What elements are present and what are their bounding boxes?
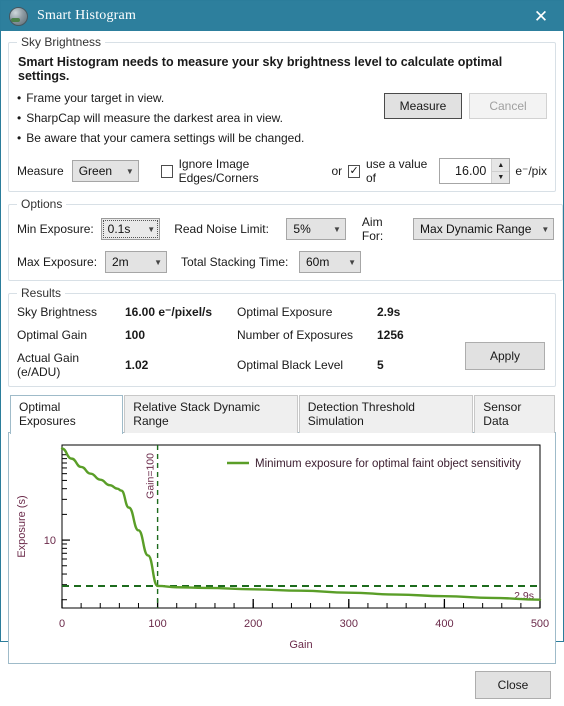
svg-text:0: 0 (59, 618, 65, 630)
sky-brightness-instructions: Frame your target in view. SharpCap will… (17, 89, 304, 148)
ignore-edges-label: Ignore Image Edges/Corners (179, 157, 316, 185)
measure-button[interactable]: Measure (384, 93, 462, 119)
svg-text:10: 10 (44, 535, 56, 547)
chevron-down-icon: ▼ (333, 225, 341, 234)
chart-panel: 10 Exposure (s) 0 100 200 300 400 500 Gain Gain=1… (8, 432, 556, 664)
close-button[interactable]: Close (475, 671, 551, 699)
instruction-item: Be aware that your camera settings will … (17, 129, 304, 149)
optimal-gain-value: 100 (125, 328, 237, 342)
measure-channel-value: Green (79, 164, 112, 178)
apply-button-wrap: Apply (465, 342, 545, 370)
window-title: Smart Histogram (37, 8, 136, 24)
optimal-exposure-label: Optimal Exposure (237, 305, 377, 319)
stacking-time-select[interactable]: 60m ▼ (299, 251, 361, 273)
optimal-exposure-value: 2.9s (377, 305, 547, 319)
svg-text:300: 300 (340, 618, 358, 630)
chevron-down-icon: ▼ (348, 258, 356, 267)
stacking-time-value: 60m (306, 255, 329, 269)
planet-icon (9, 7, 28, 26)
sky-brightness-legend: Sky Brightness (17, 35, 105, 49)
stepper-down-icon[interactable]: ▼ (492, 172, 509, 184)
stacking-time-label: Total Stacking Time: (181, 255, 299, 269)
sky-value-units: e⁻/pix (515, 164, 547, 178)
min-exposure-select[interactable]: 0.1s ▼ (101, 218, 161, 240)
aim-for-select[interactable]: Max Dynamic Range ▼ (413, 218, 554, 240)
dialog-footer: Close (1, 664, 563, 706)
sky-value-input[interactable]: 16.00 (440, 159, 491, 183)
sky-brightness-headline: Smart Histogram needs to measure your sk… (18, 55, 547, 83)
sky-brightness-group: Sky Brightness Smart Histogram needs to … (8, 35, 556, 192)
chevron-down-icon: ▼ (541, 225, 549, 234)
tab-bar: Optimal Exposures Relative Stack Dynamic… (10, 394, 556, 433)
max-exposure-value: 2m (112, 255, 129, 269)
tab-optimal-exposures[interactable]: Optimal Exposures (10, 395, 123, 434)
max-exposure-select[interactable]: 2m ▼ (105, 251, 167, 273)
min-exposure-label: Min Exposure: (17, 222, 101, 236)
sky-brightness-result-value: 16.00 e⁻/pixel/s (125, 305, 237, 319)
chevron-down-icon: ▼ (154, 258, 162, 267)
actual-gain-label: Actual Gain (e/ADU) (17, 351, 125, 379)
stepper-up-icon[interactable]: ▲ (492, 159, 509, 172)
smart-histogram-window: Smart Histogram ✕ Sky Brightness Smart H… (0, 0, 564, 642)
optimal-gain-label: Optimal Gain (17, 328, 125, 342)
tab-sensor-data[interactable]: Sensor Data (474, 395, 555, 433)
sky-value-stepper[interactable]: 16.00 ▲ ▼ (439, 158, 510, 184)
svg-text:500: 500 (531, 618, 549, 630)
read-noise-select[interactable]: 5% ▼ (286, 218, 346, 240)
stepper-arrows[interactable]: ▲ ▼ (491, 159, 509, 183)
ignore-edges-checkbox[interactable] (161, 165, 173, 178)
options-legend: Options (17, 197, 66, 211)
chevron-down-icon: ▼ (126, 167, 134, 176)
actual-gain-value: 1.02 (125, 358, 237, 372)
cancel-button[interactable]: Cancel (469, 93, 547, 119)
num-exposures-label: Number of Exposures (237, 328, 377, 342)
read-noise-label: Read Noise Limit: (174, 222, 286, 236)
options-group: Options Min Exposure: 0.1s ▼ Read Noise … (8, 197, 563, 281)
results-legend: Results (17, 286, 65, 300)
svg-text:200: 200 (244, 618, 262, 630)
chevron-down-icon: ▼ (147, 225, 155, 234)
instruction-item: Frame your target in view. (17, 89, 304, 109)
title-bar: Smart Histogram ✕ (1, 1, 563, 31)
svg-text:Gain=100: Gain=100 (145, 453, 157, 499)
read-noise-value: 5% (293, 222, 310, 236)
svg-text:Gain: Gain (289, 639, 312, 651)
aim-for-value: Max Dynamic Range (420, 222, 531, 236)
tab-detection-threshold-simulation[interactable]: Detection Threshold Simulation (299, 395, 474, 433)
num-exposures-value: 1256 (377, 328, 547, 342)
dialog-body: Sky Brightness Smart Histogram needs to … (1, 31, 563, 664)
close-icon[interactable]: ✕ (519, 1, 563, 31)
optimal-exposures-chart: 10 Exposure (s) 0 100 200 300 400 500 Gain Gain=1… (9, 433, 557, 663)
min-exposure-value: 0.1s (108, 222, 131, 236)
svg-text:Exposure (s): Exposure (s) (16, 496, 28, 558)
svg-text:400: 400 (435, 618, 453, 630)
or-label: or (331, 164, 342, 178)
svg-text:Minimum exposure for optimal f: Minimum exposure for optimal faint objec… (255, 458, 521, 470)
use-value-label: use a value of (366, 157, 432, 185)
measure-channel-label: Measure (17, 164, 64, 178)
aim-for-label: Aim For: (362, 215, 405, 243)
max-exposure-label: Max Exposure: (17, 255, 105, 269)
use-value-checkbox[interactable]: ✓ (348, 165, 360, 178)
tab-relative-stack-dynamic-range[interactable]: Relative Stack Dynamic Range (124, 395, 297, 433)
apply-button[interactable]: Apply (465, 342, 545, 370)
black-level-label: Optimal Black Level (237, 358, 377, 372)
sky-brightness-result-label: Sky Brightness (17, 305, 125, 319)
svg-text:100: 100 (148, 618, 166, 630)
instruction-item: SharpCap will measure the darkest area i… (17, 109, 304, 129)
results-group: Results Sky Brightness 16.00 e⁻/pixel/s … (8, 286, 556, 387)
measure-channel-select[interactable]: Green ▼ (72, 160, 139, 182)
